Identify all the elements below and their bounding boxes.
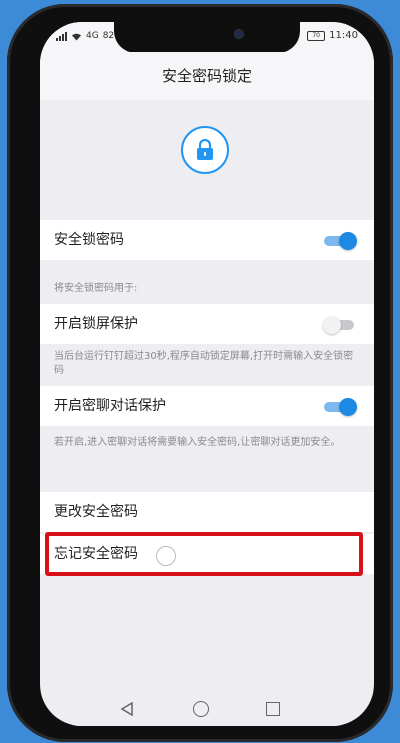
safety-lock-toggle[interactable] (324, 232, 358, 250)
change-password-label: 更改安全密码 (54, 504, 138, 520)
carrier-label: 4G (86, 31, 99, 41)
lock-header (40, 100, 374, 220)
forgot-password-label: 忘记安全密码 (54, 546, 138, 562)
row-lockscreen[interactable]: 开启锁屏保护 (40, 304, 374, 344)
phone-frame: 4G 82 70 11:40 安全密码锁定 安全锁密码 将安全锁密码用于: 开启… (7, 4, 393, 742)
recent-apps-icon[interactable] (266, 702, 280, 716)
camera-icon (234, 29, 244, 39)
home-icon[interactable] (193, 701, 209, 717)
row-change-password[interactable]: 更改安全密码 (40, 492, 374, 532)
battery-icon: 70 (307, 30, 326, 41)
row-safety-lock[interactable]: 安全锁密码 (40, 220, 374, 260)
row-forgot-password[interactable]: 忘记安全密码 (40, 534, 374, 574)
nav-bar (40, 692, 374, 726)
secret-chat-toggle[interactable] (324, 398, 358, 416)
touch-indicator (156, 546, 176, 566)
screen: 4G 82 70 11:40 安全密码锁定 安全锁密码 将安全锁密码用于: 开启… (40, 22, 374, 726)
section-hint-text: 将安全锁密码用于: (54, 283, 138, 294)
secret-chat-label: 开启密聊对话保护 (54, 398, 166, 414)
lockscreen-label: 开启锁屏保护 (54, 316, 138, 332)
notch (114, 22, 300, 53)
status-left: 4G 82 (56, 31, 114, 41)
lockscreen-hint-text: 当后台运行钉钉超过30秒,程序自动锁定屏幕,打开时需输入安全锁密码 (54, 351, 354, 376)
status-right: 70 11:40 (307, 30, 358, 41)
section-hint: 将安全锁密码用于: (40, 260, 374, 304)
lock-icon (181, 126, 229, 174)
lockscreen-toggle[interactable] (323, 316, 358, 334)
row-secret-chat[interactable]: 开启密聊对话保护 (40, 386, 374, 426)
page-title: 安全密码锁定 (40, 52, 374, 100)
wifi-icon (72, 33, 81, 40)
safety-lock-label: 安全锁密码 (54, 232, 124, 248)
toggle-knob (323, 316, 341, 334)
secret-chat-hint: 若开启,进入密聊对话将需要输入安全密码,让密聊对话更加安全。 (40, 426, 374, 488)
signal-icon (56, 31, 67, 41)
toggle-knob (339, 398, 357, 416)
back-icon[interactable] (120, 702, 134, 716)
toggle-knob (339, 232, 357, 250)
clock: 11:40 (329, 30, 358, 41)
lockscreen-hint: 当后台运行钉钉超过30秒,程序自动锁定屏幕,打开时需输入安全锁密码 (40, 344, 374, 386)
speed-label: 82 (102, 31, 115, 41)
secret-chat-hint-text: 若开启,进入密聊对话将需要输入安全密码,让密聊对话更加安全。 (54, 437, 341, 448)
